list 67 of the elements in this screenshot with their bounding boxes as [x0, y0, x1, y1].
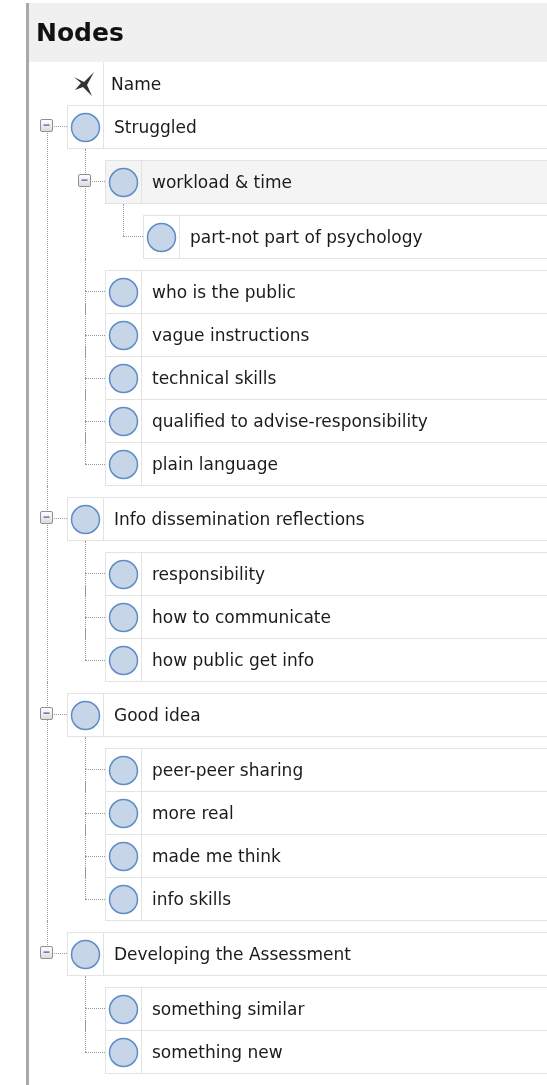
tree-row[interactable]: plain language [105, 443, 547, 486]
tree-row[interactable]: vague instructions [105, 314, 547, 357]
collapse-toggle[interactable] [78, 174, 91, 187]
node-label: something similar [151, 999, 305, 1019]
node-label: Good idea [113, 705, 201, 725]
node-label: Struggled [113, 117, 197, 137]
tree-row[interactable]: part-not part of psychology [143, 215, 547, 259]
collapse-toggle[interactable] [40, 119, 53, 132]
node-circle-icon [108, 276, 139, 308]
node-circle-icon [108, 840, 139, 872]
collapse-toggle[interactable] [40, 946, 53, 959]
node-label: Info dissemination reflections [113, 509, 365, 529]
tree-row[interactable]: info skills [105, 878, 547, 921]
node-circle-icon [108, 166, 139, 198]
tree-row[interactable]: something new [105, 1031, 547, 1074]
tree-row[interactable]: qualified to advise-responsibility [105, 400, 547, 443]
column-header[interactable]: Name [104, 73, 162, 94]
node-circle-icon [108, 754, 139, 786]
node-circle-icon [108, 448, 139, 480]
node-circle-icon [70, 699, 101, 731]
node-circle-icon [108, 362, 139, 394]
node-label: qualified to advise-responsibility [151, 411, 428, 431]
collapse-toggle[interactable] [40, 511, 53, 524]
node-label: made me think [151, 846, 281, 866]
tree-row[interactable]: technical skills [105, 357, 547, 400]
node-label: Developing the Assessment [113, 944, 351, 964]
node-circle-icon [146, 221, 177, 253]
tree-row[interactable]: something similar [105, 987, 547, 1031]
tree-row[interactable]: Info dissemination reflections [67, 497, 547, 541]
node-circle-icon [108, 883, 139, 915]
tree-row[interactable]: workload & time [105, 160, 547, 204]
node-circle-icon [108, 797, 139, 829]
node-label: technical skills [151, 368, 277, 388]
node-label: vague instructions [151, 325, 310, 345]
node-circle-icon [70, 111, 101, 143]
node-circle-icon [108, 319, 139, 351]
node-label: more real [151, 803, 234, 823]
tree-row[interactable]: peer-peer sharing [105, 748, 547, 792]
tree-row[interactable]: responsibility [105, 552, 547, 596]
node-label: something new [151, 1042, 283, 1062]
node-label: who is the public [151, 282, 296, 302]
node-circle-icon [108, 558, 139, 590]
node-circle-icon [70, 938, 101, 970]
node-label: peer-peer sharing [151, 760, 304, 780]
tree-row[interactable]: who is the public [105, 270, 547, 314]
tree-row[interactable]: Developing the Assessment [67, 932, 547, 976]
node-label: part-not part of psychology [189, 227, 423, 247]
tree-row[interactable]: how to communicate [105, 596, 547, 639]
tree-row[interactable]: more real [105, 792, 547, 835]
tree-row[interactable]: Struggled [67, 105, 547, 149]
node-label: workload & time [151, 172, 292, 192]
tree-row[interactable]: Good idea [67, 693, 547, 737]
tree-row[interactable]: made me think [105, 835, 547, 878]
node-circle-icon [108, 601, 139, 633]
node-circle-icon [108, 1036, 139, 1068]
collapse-toggle[interactable] [40, 707, 53, 720]
node-label: how to communicate [151, 607, 331, 627]
node-label: how public get info [151, 650, 315, 670]
node-circle-icon [108, 644, 139, 676]
node-circle-icon [108, 993, 139, 1025]
tree-row[interactable]: how public get info [105, 639, 547, 682]
node-circle-icon [108, 405, 139, 437]
node-label: responsibility [151, 564, 266, 584]
node-label: plain language [151, 454, 278, 474]
panel-title: Nodes [36, 18, 124, 47]
node-circle-icon [70, 503, 101, 535]
node-label: info skills [151, 889, 231, 909]
